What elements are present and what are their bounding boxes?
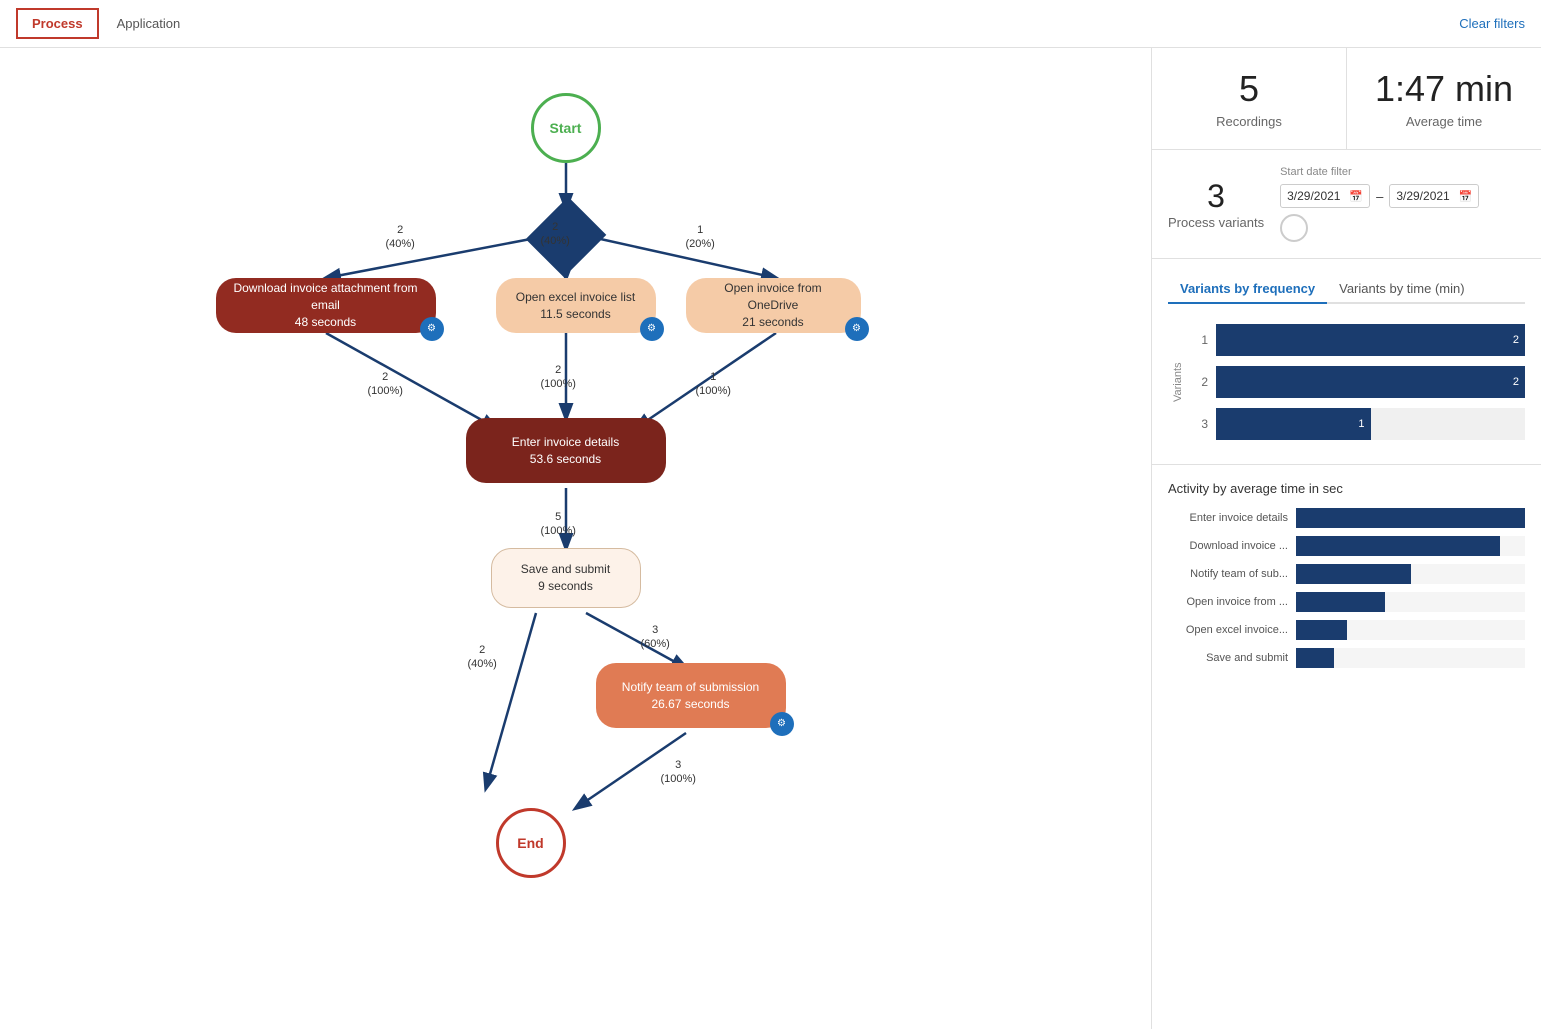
bar-container-2: 2: [1216, 366, 1525, 398]
flow-diagram: Start Download invoice attachment from e…: [196, 68, 956, 968]
pv-value: 3: [1168, 178, 1264, 215]
node-excel[interactable]: Open excel invoice list11.5 seconds ⚙: [496, 278, 656, 333]
date-from-input[interactable]: 3/29/2021 📅: [1280, 184, 1370, 208]
tab-group: Process Application: [16, 8, 194, 39]
edge-label-5: 2(100%): [541, 363, 576, 392]
activity-bar-container-2: 27: [1296, 564, 1525, 584]
avg-time-value: 1:47 min: [1367, 68, 1521, 110]
variants-chart-wrapper: Variants 1 2 2: [1168, 316, 1525, 448]
stat-avg-time: 1:47 min Average time: [1347, 48, 1541, 149]
bar-fill-2: 2: [1216, 366, 1525, 398]
activity-bar-container-5: 9: [1296, 648, 1525, 668]
process-variants-count: 3 Process variants: [1168, 178, 1264, 230]
edge-label-10: 3(100%): [661, 758, 696, 787]
edge-label-2: 2(40%): [541, 220, 570, 249]
clear-filters-button[interactable]: Clear filters: [1459, 16, 1525, 31]
variants-filter: 3 Process variants Start date filter 3/2…: [1152, 150, 1541, 259]
filter-circle[interactable]: [1280, 214, 1308, 242]
branch-icon-excel[interactable]: ⚙: [640, 317, 664, 341]
edge-label-7: 5(100%): [541, 510, 576, 539]
chart-tabs: Variants by frequency Variants by time (…: [1168, 275, 1525, 304]
tab-variants-frequency[interactable]: Variants by frequency: [1168, 275, 1327, 304]
edge-label-3: 1(20%): [686, 223, 715, 252]
node-enter[interactable]: Enter invoice details53.6 seconds: [466, 418, 666, 483]
y-axis-label: Variants: [1168, 316, 1188, 448]
activity-bar-row-0: Enter invoice details 54: [1168, 508, 1525, 528]
activity-title: Activity by average time in sec: [1168, 481, 1525, 496]
date-to-input[interactable]: 3/29/2021 📅: [1389, 184, 1479, 208]
edge-label-6: 1(100%): [696, 370, 731, 399]
bar-fill-1: 2: [1216, 324, 1525, 356]
activity-bar-container-0: 54: [1296, 508, 1525, 528]
bar-chart: 1 2 2 2: [1188, 316, 1525, 448]
activity-bar-container-4: 12: [1296, 620, 1525, 640]
top-navigation: Process Application Clear filters: [0, 0, 1541, 48]
bar-row-3: 3 1: [1188, 408, 1525, 440]
recordings-label: Recordings: [1172, 114, 1326, 129]
activity-bar-container-1: 48: [1296, 536, 1525, 556]
node-end[interactable]: End: [496, 808, 566, 878]
date-filter-label: Start date filter: [1280, 166, 1525, 178]
avg-time-label: Average time: [1367, 114, 1521, 129]
node-save[interactable]: Save and submit9 seconds: [491, 548, 641, 608]
activity-section: Activity by average time in sec Enter in…: [1152, 465, 1541, 684]
branch-icon-onedrive[interactable]: ⚙: [845, 317, 869, 341]
branch-icon-download[interactable]: ⚙: [420, 317, 444, 341]
calendar-icon-to: 📅: [1459, 190, 1473, 203]
node-onedrive[interactable]: Open invoice from OneDrive21 seconds ⚙: [686, 278, 861, 333]
stats-row: 5 Recordings 1:47 min Average time: [1152, 48, 1541, 150]
main-content: Start Download invoice attachment from e…: [0, 48, 1541, 1029]
stat-recordings: 5 Recordings: [1152, 48, 1347, 149]
recordings-value: 5: [1172, 68, 1326, 110]
activity-bar-row-3: Open invoice from ... 21: [1168, 592, 1525, 612]
pv-label: Process variants: [1168, 215, 1264, 230]
activity-bar-row-2: Notify team of sub... 27: [1168, 564, 1525, 584]
activity-bar-row-5: Save and submit 9: [1168, 648, 1525, 668]
tab-variants-time[interactable]: Variants by time (min): [1327, 275, 1476, 304]
node-download[interactable]: Download invoice attachment from email48…: [216, 278, 436, 333]
node-start[interactable]: Start: [531, 93, 601, 163]
variants-chart-section: Variants by frequency Variants by time (…: [1152, 259, 1541, 465]
bar-row-1: 1 2: [1188, 324, 1525, 356]
bar-row-2: 2 2: [1188, 366, 1525, 398]
edge-label-4: 2(100%): [368, 370, 403, 399]
edge-label-9: 2(40%): [468, 643, 497, 672]
bars-area: 1 2 2 2: [1188, 316, 1525, 448]
date-filter: Start date filter 3/29/2021 📅 – 3/29/202…: [1280, 166, 1525, 242]
activity-bar-chart: Enter invoice details 54 Download invoic…: [1168, 508, 1525, 668]
right-panel: 5 Recordings 1:47 min Average time 3 Pro…: [1151, 48, 1541, 1029]
branch-icon-notify[interactable]: ⚙: [770, 712, 794, 736]
edge-label-8: 3(60%): [641, 623, 670, 652]
activity-bar-row-1: Download invoice ... 48: [1168, 536, 1525, 556]
activity-bar-row-4: Open excel invoice... 12: [1168, 620, 1525, 640]
bar-fill-3: 1: [1216, 408, 1371, 440]
tab-process[interactable]: Process: [16, 8, 99, 39]
flow-panel: Start Download invoice attachment from e…: [0, 48, 1151, 1029]
date-inputs: 3/29/2021 📅 – 3/29/2021 📅: [1280, 184, 1525, 208]
tab-application[interactable]: Application: [103, 8, 195, 39]
calendar-icon-from: 📅: [1349, 190, 1363, 203]
edge-label-1: 2(40%): [386, 223, 415, 252]
bar-container-3: 1: [1216, 408, 1525, 440]
activity-bar-container-3: 21: [1296, 592, 1525, 612]
bar-container-1: 2: [1216, 324, 1525, 356]
node-notify[interactable]: Notify team of submission26.67 seconds ⚙: [596, 663, 786, 728]
